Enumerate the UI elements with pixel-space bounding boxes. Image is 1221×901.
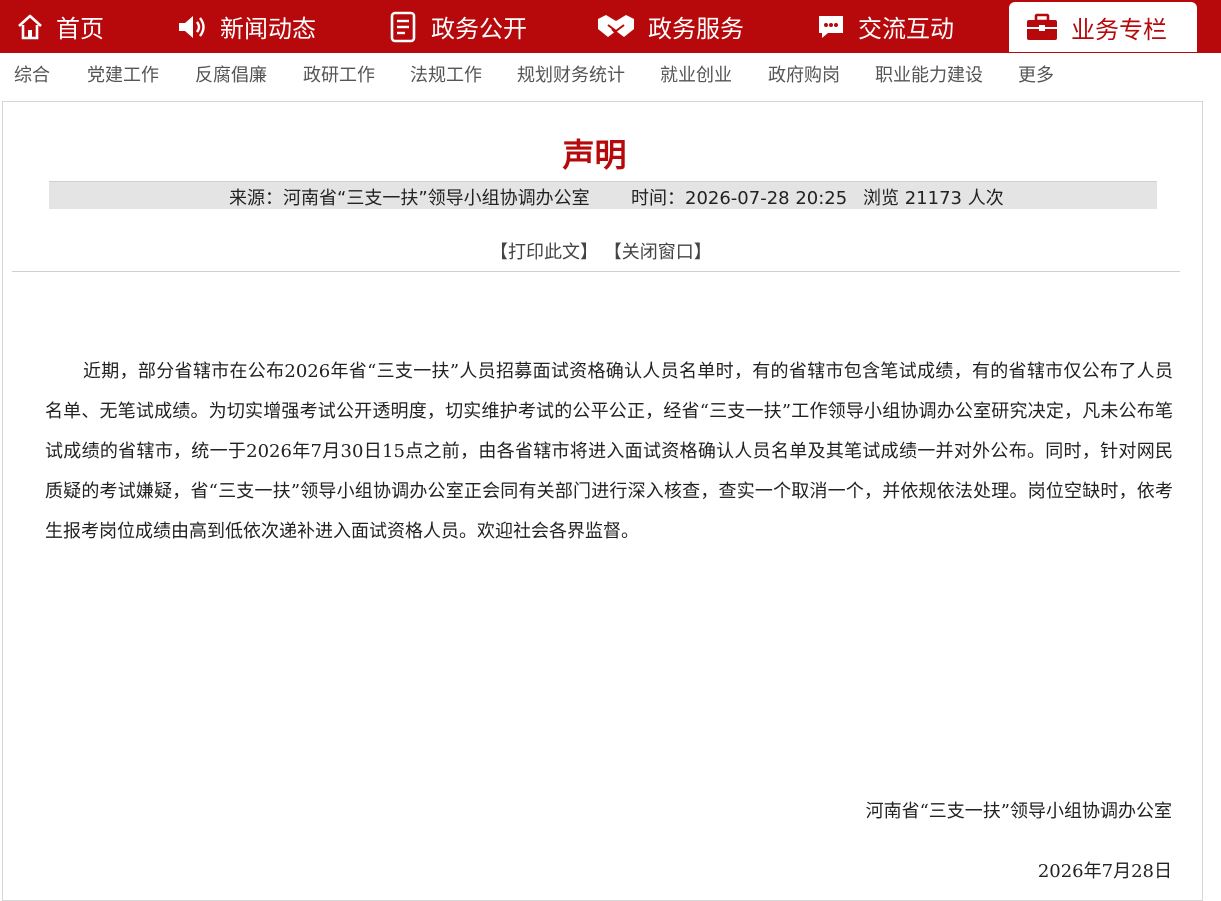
nav-item-label: 业务专栏 (1071, 15, 1167, 44)
subnav-item-more[interactable]: 更多 (1018, 61, 1054, 87)
source-info: 来源：河南省“三支一扶”领导小组协调办公室 (229, 184, 590, 210)
subnav-item-anticorruption[interactable]: 反腐倡廉 (195, 61, 267, 87)
subnav-item-general[interactable]: 综合 (14, 61, 50, 87)
time-label: 时间： (631, 188, 685, 209)
subnav-item-policy-research[interactable]: 政研工作 (303, 61, 375, 87)
handshake-icon (596, 11, 636, 43)
home-icon (16, 13, 44, 41)
views-label: 浏览 (863, 188, 899, 209)
views-unit: 人次 (967, 188, 1004, 209)
nav-item-interaction[interactable]: 交流互动 (816, 0, 954, 53)
nav-item-label: 交流互动 (858, 15, 954, 43)
nav-item-label: 政务服务 (648, 15, 744, 43)
source-label: 来源： (229, 188, 283, 209)
nav-item-gov-service[interactable]: 政务服务 (596, 0, 744, 53)
views-info: 浏览 21173 人次 (863, 184, 1004, 210)
briefcase-icon (1025, 12, 1059, 42)
subnav-item-party[interactable]: 党建工作 (87, 61, 159, 87)
document-list-icon (389, 11, 419, 43)
article-date: 2026年7月28日 (1037, 861, 1172, 882)
nav-item-label: 首页 (56, 15, 104, 43)
main-nav: 首页 新闻动态 政务公开 政务服务 交流互动 业务专栏 (0, 0, 1221, 53)
sub-nav: 综合 党建工作 反腐倡廉 政研工作 法规工作 规划财务统计 就业创业 政府购岗 … (0, 53, 1221, 93)
print-link[interactable]: 【打印此文】 (490, 242, 598, 263)
nav-item-label: 新闻动态 (220, 15, 316, 43)
page-title: 声明 (562, 136, 627, 174)
divider (12, 271, 1180, 272)
subnav-item-employment[interactable]: 就业创业 (660, 61, 732, 87)
source-value: 河南省“三支一扶”领导小组协调办公室 (283, 188, 590, 209)
close-window-link[interactable]: 【关闭窗口】 (604, 242, 712, 263)
time-value: 2026-07-28 20:25 (685, 188, 848, 209)
subnav-item-planning-finance[interactable]: 规划财务统计 (517, 61, 625, 87)
article-meta-bar: 来源：河南省“三支一扶”领导小组协调办公室 时间：2026-07-28 20:2… (49, 181, 1157, 209)
subnav-item-gov-posts[interactable]: 政府购岗 (768, 61, 840, 87)
nav-item-home[interactable]: 首页 (16, 0, 104, 53)
chat-bubble-icon (816, 13, 846, 41)
article-actions: 【打印此文】 【关闭窗口】 (490, 238, 712, 264)
nav-item-label: 政务公开 (431, 15, 527, 43)
article-signer: 河南省“三支一扶”领导小组协调办公室 (865, 801, 1172, 822)
scrollbar[interactable] (1205, 101, 1221, 890)
views-count: 21173 (904, 188, 962, 209)
article-body: 近期，部分省辖市在公布2026年省“三支一扶”人员招募面试资格确认人员名单时，有… (45, 361, 1173, 542)
nav-item-gov-open[interactable]: 政务公开 (389, 0, 527, 53)
nav-item-business[interactable]: 业务专栏 (1009, 2, 1197, 52)
subnav-item-regulation[interactable]: 法规工作 (410, 61, 482, 87)
speaker-icon (176, 13, 208, 41)
time-info: 时间：2026-07-28 20:25 (631, 184, 847, 210)
subnav-item-vocational[interactable]: 职业能力建设 (875, 61, 983, 87)
nav-item-news[interactable]: 新闻动态 (176, 0, 316, 53)
